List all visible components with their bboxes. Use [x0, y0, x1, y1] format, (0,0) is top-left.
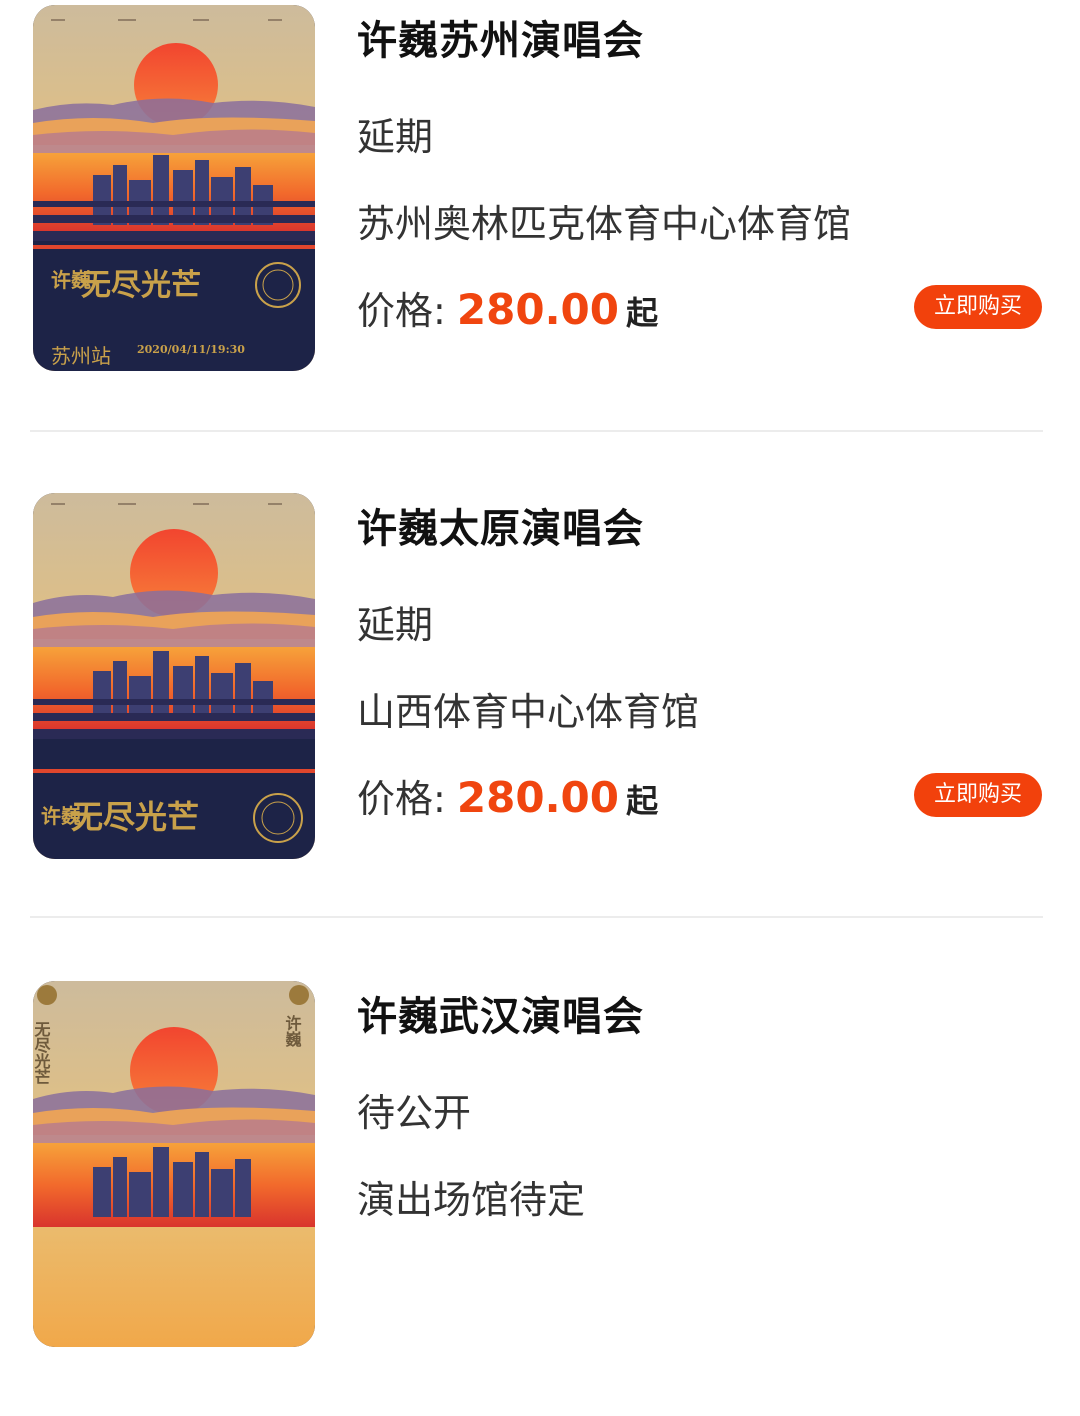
- divider: [30, 916, 1043, 918]
- concert-poster[interactable]: 许巍 无尽光芒: [33, 493, 315, 859]
- price-row: 价格: 280.00 起: [357, 280, 658, 334]
- poster-artwork: 无尽光芒 许巍: [33, 981, 315, 1347]
- price-value: 280.00: [456, 285, 619, 334]
- corner-dot-icon: [37, 985, 57, 1005]
- price-suffix: 起: [626, 294, 659, 332]
- concert-list: 许巍 无尽光芒 苏州站 2020/04/11/19:30 许巍苏州演唱会 延期 …: [0, 0, 1080, 1347]
- poster-artwork: 许巍 无尽光芒 苏州站 2020/04/11/19:30: [33, 5, 315, 371]
- divider: [30, 430, 1043, 432]
- poster-tour-name: 无尽光芒: [71, 798, 199, 836]
- concert-card[interactable]: 许巍 无尽光芒 苏州站 2020/04/11/19:30 许巍苏州演唱会 延期 …: [0, 0, 1080, 440]
- concert-title[interactable]: 许巍苏州演唱会: [357, 8, 644, 66]
- concert-card[interactable]: 无尽光芒 许巍 许巍武汉演唱会 待公开 演出场馆待定: [0, 976, 1080, 1416]
- concert-title[interactable]: 许巍武汉演唱会: [357, 984, 644, 1042]
- concert-info: 许巍太原演唱会 延期 山西体育中心体育馆 价格: 280.00 起 立即购买: [357, 488, 1057, 868]
- concert-poster[interactable]: 无尽光芒 许巍: [33, 981, 315, 1347]
- concert-card[interactable]: 许巍 无尽光芒 许巍太原演唱会 延期 山西体育中心体育馆 价格: 280.00 …: [0, 488, 1080, 928]
- concert-status: 待公开: [357, 1091, 472, 1135]
- corner-dot-icon: [289, 985, 309, 1005]
- concert-venue: 山西体育中心体育馆: [357, 690, 700, 734]
- poster-tour-name: 无尽光芒: [33, 1021, 52, 1085]
- price-label: 价格:: [357, 777, 446, 821]
- concert-info: 许巍苏州演唱会 延期 苏州奥林匹克体育中心体育馆 价格: 280.00 起 立即…: [357, 0, 1057, 380]
- poster-artist-name: 许巍: [283, 1014, 302, 1048]
- buy-now-button[interactable]: 立即购买: [914, 773, 1042, 817]
- concert-poster[interactable]: 许巍 无尽光芒 苏州站 2020/04/11/19:30: [33, 5, 315, 371]
- price-row: 价格: 280.00 起: [357, 768, 658, 822]
- concert-info: 许巍武汉演唱会 待公开 演出场馆待定: [357, 976, 1057, 1356]
- buy-now-button[interactable]: 立即购买: [914, 285, 1042, 329]
- price-label: 价格:: [357, 289, 446, 333]
- concert-venue: 苏州奥林匹克体育中心体育馆: [357, 202, 852, 246]
- concert-status: 延期: [357, 603, 434, 647]
- poster-date-time: 2020/04/11/19:30: [137, 343, 245, 356]
- concert-title[interactable]: 许巍太原演唱会: [357, 496, 644, 554]
- price-suffix: 起: [626, 782, 659, 820]
- poster-tour-name: 无尽光芒: [81, 268, 201, 303]
- concert-status: 延期: [357, 115, 434, 159]
- price-value: 280.00: [456, 773, 619, 822]
- poster-artwork: 许巍 无尽光芒: [33, 493, 315, 859]
- concert-venue: 演出场馆待定: [357, 1178, 586, 1222]
- poster-city-station: 苏州站: [51, 344, 111, 368]
